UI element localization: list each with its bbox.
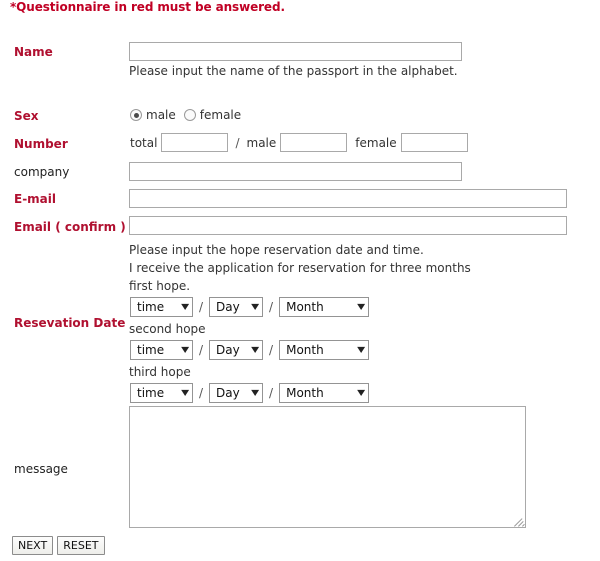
email-input[interactable] [129, 189, 567, 208]
second-hope-time-value: time [137, 343, 165, 357]
number-row: total / male female [130, 133, 468, 152]
first-hope-sep-1: / [199, 300, 204, 314]
chevron-down-icon: ▼ [357, 345, 366, 354]
chevron-down-icon: ▼ [357, 302, 366, 311]
second-hope-row: time ▼ / Day ▼ / Month ▼ [130, 340, 370, 360]
radio-female-label: female [199, 108, 242, 122]
third-hope-sep-1: / [199, 386, 204, 400]
chevron-down-icon: ▼ [250, 302, 259, 311]
sex-radio-group: male female [130, 108, 249, 122]
label-email-confirm: Email ( confirm ) [14, 220, 126, 234]
radio-option-female[interactable]: female [183, 108, 242, 122]
company-input[interactable] [129, 162, 462, 181]
number-male-label: male [246, 135, 277, 150]
third-hope-day-value: Day [216, 386, 240, 400]
chevron-down-icon: ▼ [250, 345, 259, 354]
required-fields-notice: *Questionnaire in red must be answered. [10, 0, 285, 14]
radio-male-label: male [146, 108, 176, 122]
chevron-down-icon: ▼ [180, 345, 189, 354]
message-textarea[interactable] [129, 406, 526, 528]
label-name: Name [14, 45, 53, 59]
third-hope-month-value: Month [286, 386, 324, 400]
reservation-intro-line-1: Please input the hope reservation date a… [129, 243, 424, 257]
name-helper-text: Please input the name of the passport in… [129, 64, 458, 78]
chevron-down-icon: ▼ [180, 388, 189, 397]
radio-male-icon[interactable] [130, 109, 142, 121]
radio-option-male[interactable]: male [130, 108, 176, 122]
third-hope-sep-2: / [269, 386, 274, 400]
number-male-input[interactable] [280, 133, 348, 152]
first-hope-row: time ▼ / Day ▼ / Month ▼ [130, 297, 370, 317]
reset-button[interactable]: RESET [57, 536, 105, 555]
third-hope-caption: third hope [129, 365, 191, 379]
email-confirm-input[interactable] [129, 216, 567, 235]
number-female-label: female [355, 135, 397, 150]
second-hope-sep-2: / [269, 343, 274, 357]
third-hope-time-select[interactable]: time ▼ [130, 383, 193, 403]
label-sex: Sex [14, 109, 39, 123]
second-hope-month-select[interactable]: Month ▼ [279, 340, 370, 360]
radio-female-icon[interactable] [183, 109, 196, 121]
label-email: E-mail [14, 192, 57, 206]
chevron-down-icon: ▼ [357, 388, 366, 397]
third-hope-row: time ▼ / Day ▼ / Month ▼ [130, 383, 370, 403]
registration-form-page: *Questionnaire in red must be answered. … [0, 0, 600, 561]
second-hope-time-select[interactable]: time ▼ [130, 340, 193, 360]
first-hope-time-select[interactable]: time ▼ [130, 297, 193, 317]
reservation-intro-line-2: I receive the application for reservatio… [129, 261, 471, 275]
next-button[interactable]: NEXT [12, 536, 54, 555]
second-hope-day-value: Day [216, 343, 240, 357]
second-hope-sep-1: / [199, 343, 204, 357]
third-hope-month-select[interactable]: Month ▼ [279, 383, 370, 403]
label-message: message [14, 462, 68, 476]
number-total-label: total [130, 135, 158, 150]
first-hope-day-value: Day [216, 300, 240, 314]
second-hope-day-select[interactable]: Day ▼ [209, 340, 264, 360]
first-hope-sep-2: / [269, 300, 274, 314]
form-actions: NEXT RESET [12, 536, 105, 555]
number-separator-1: / [235, 135, 240, 150]
number-total-input[interactable] [161, 133, 229, 152]
first-hope-caption: first hope. [129, 279, 191, 293]
name-input[interactable] [129, 42, 462, 61]
first-hope-time-value: time [137, 300, 165, 314]
second-hope-month-value: Month [286, 343, 324, 357]
first-hope-month-select[interactable]: Month ▼ [279, 297, 370, 317]
third-hope-day-select[interactable]: Day ▼ [209, 383, 264, 403]
label-number: Number [14, 137, 68, 151]
third-hope-time-value: time [137, 386, 165, 400]
first-hope-day-select[interactable]: Day ▼ [209, 297, 264, 317]
chevron-down-icon: ▼ [180, 302, 189, 311]
label-company: company [14, 165, 70, 179]
first-hope-month-value: Month [286, 300, 324, 314]
second-hope-caption: second hope [129, 322, 206, 336]
chevron-down-icon: ▼ [250, 388, 259, 397]
label-reservation-date: Resevation Date [14, 316, 126, 330]
number-female-input[interactable] [400, 133, 468, 152]
